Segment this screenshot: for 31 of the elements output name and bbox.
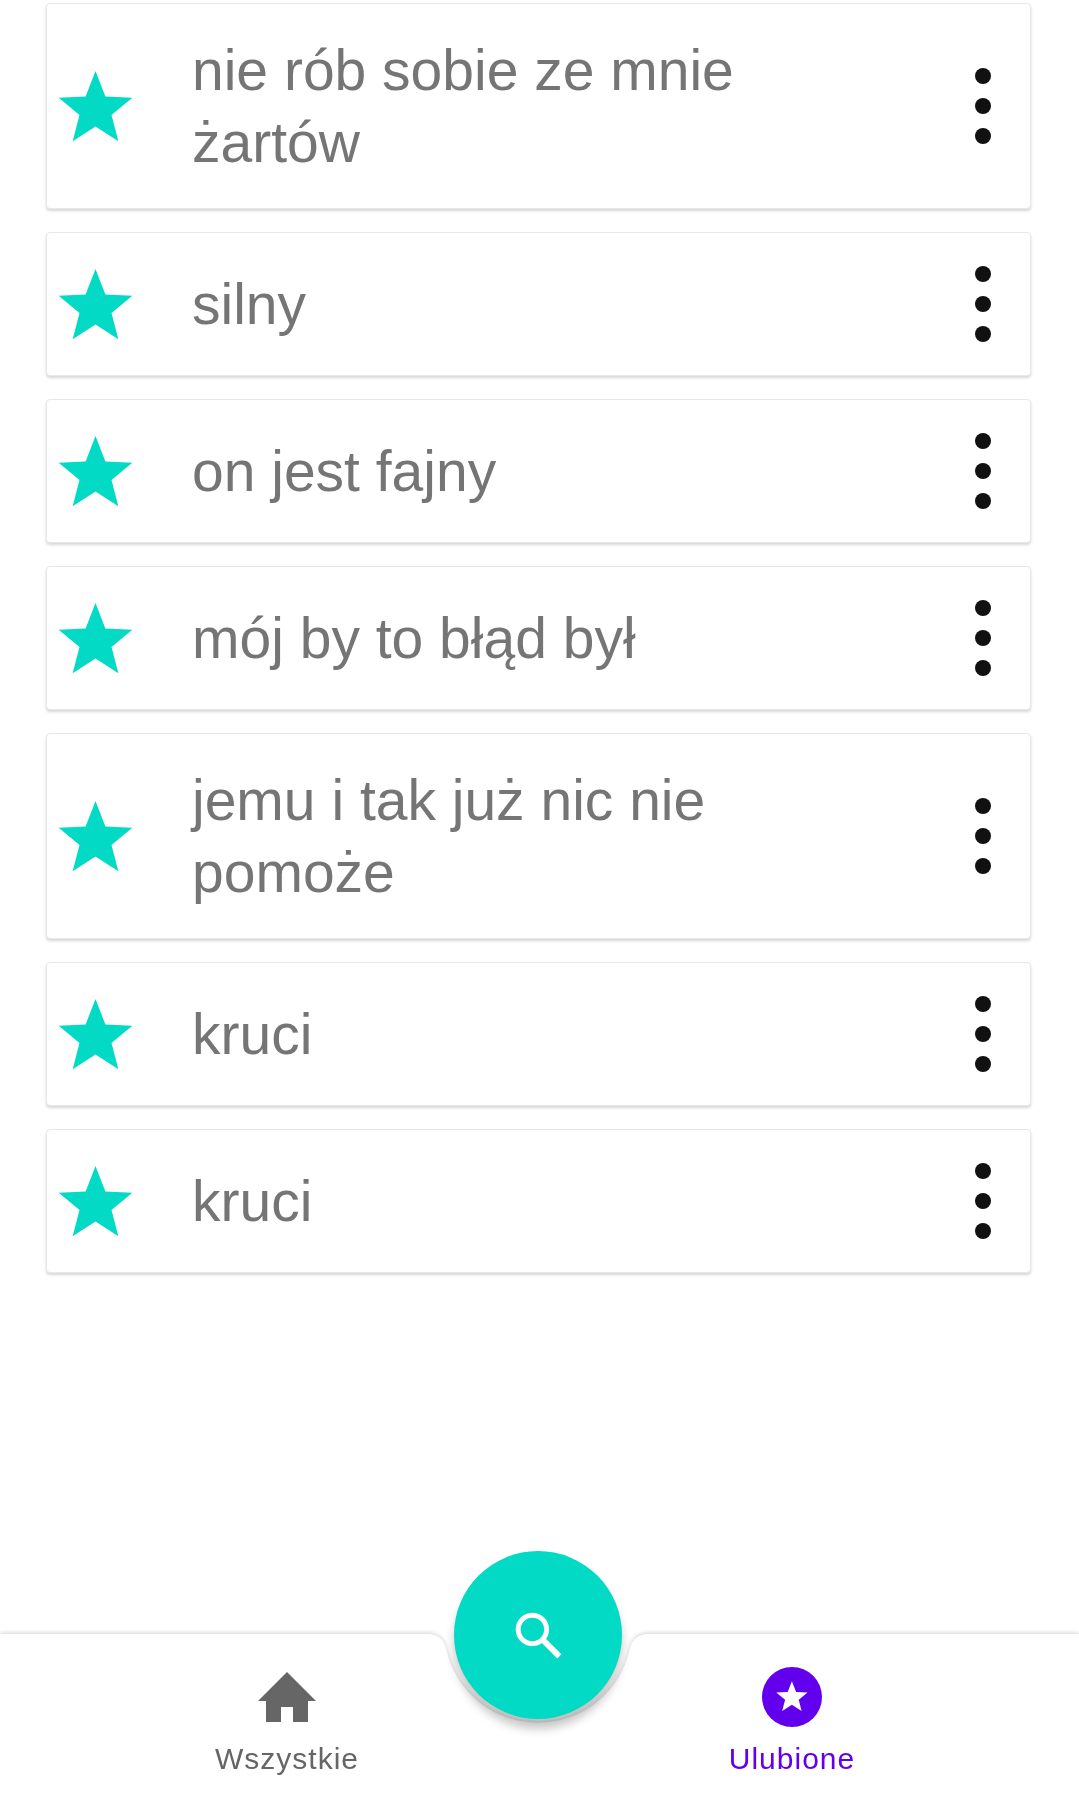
nav-tab[interactable]: Ulubione [692, 1634, 892, 1777]
more-options-icon[interactable] [975, 433, 991, 509]
star-icon[interactable] [58, 268, 133, 340]
more-options-icon[interactable] [975, 68, 991, 144]
star-icon[interactable] [58, 70, 133, 142]
phrase-text: nie rób sobie ze mnie żartów [192, 37, 735, 176]
star-icon[interactable] [58, 1165, 133, 1237]
phrase-card[interactable]: kruci [46, 1129, 1031, 1273]
more-options-icon[interactable] [975, 1163, 991, 1239]
more-options-icon[interactable] [975, 600, 991, 676]
phrase-text: on jest fajny [192, 438, 498, 505]
star-icon[interactable] [58, 998, 133, 1070]
phrase-text: jemu i tak już nic nie pomoże [192, 767, 707, 906]
star-icon[interactable] [58, 602, 133, 674]
phrase-card[interactable]: nie rób sobie ze mnie żartów [46, 3, 1031, 209]
phrase-text: kruci [192, 1168, 314, 1235]
nav-tab[interactable]: Wszystkie [187, 1634, 387, 1777]
phrase-text: mój by to błąd był [192, 605, 637, 672]
home-icon [258, 1672, 316, 1722]
phrase-card[interactable]: on jest fajny [46, 399, 1031, 543]
star-icon[interactable] [58, 435, 133, 507]
more-options-icon[interactable] [975, 266, 991, 342]
phrase-card[interactable]: jemu i tak już nic nie pomoże [46, 733, 1031, 939]
phrase-card[interactable]: kruci [46, 962, 1031, 1106]
phrase-text: kruci [192, 1001, 314, 1068]
more-options-icon[interactable] [975, 798, 991, 874]
phrase-card[interactable]: mój by to błąd był [46, 566, 1031, 710]
phrase-text: silny [192, 271, 308, 338]
phrase-card[interactable]: silny [46, 232, 1031, 376]
more-options-icon[interactable] [975, 996, 991, 1072]
star-icon[interactable] [58, 800, 133, 872]
